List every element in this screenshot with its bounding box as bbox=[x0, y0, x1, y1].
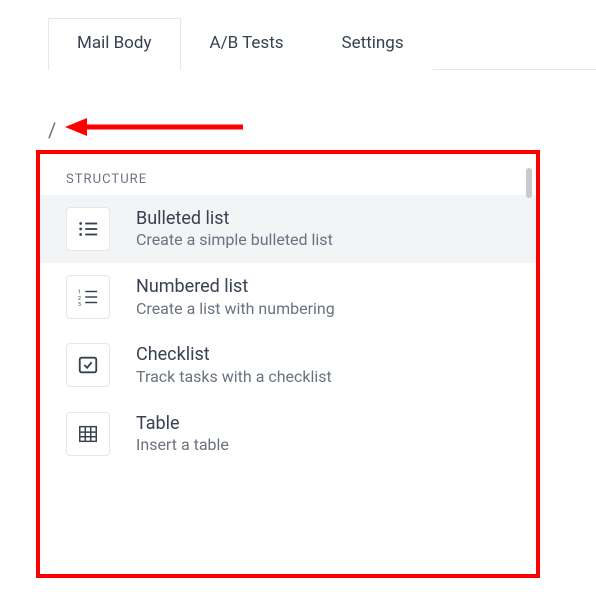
menu-item-numbered-list[interactable]: 1 2 3 Numbered list Create a list with n… bbox=[40, 263, 536, 331]
menu-item-desc: Insert a table bbox=[136, 435, 229, 456]
tab-bar: Mail Body A/B Tests Settings bbox=[48, 18, 596, 70]
annotation-arrow bbox=[65, 115, 245, 139]
svg-text:3: 3 bbox=[78, 302, 81, 308]
menu-item-title: Checklist bbox=[136, 343, 332, 366]
tab-settings[interactable]: Settings bbox=[313, 18, 433, 70]
menu-item-checklist[interactable]: Checklist Track tasks with a checklist bbox=[40, 331, 536, 399]
menu-item-title: Numbered list bbox=[136, 275, 335, 298]
menu-item-table[interactable]: Table Insert a table bbox=[40, 400, 536, 468]
menu-item-desc: Create a list with numbering bbox=[136, 299, 335, 320]
slash-command-menu: STRUCTURE Bulleted list Create a simple … bbox=[40, 154, 536, 574]
bulleted-list-icon bbox=[66, 207, 110, 251]
menu-item-title: Table bbox=[136, 412, 229, 435]
tab-ab-tests[interactable]: A/B Tests bbox=[181, 18, 313, 70]
menu-section-label: STRUCTURE bbox=[40, 154, 536, 195]
tab-mail-body[interactable]: Mail Body bbox=[48, 18, 181, 70]
slash-command-trigger[interactable]: / bbox=[48, 118, 56, 142]
scrollbar-thumb[interactable] bbox=[526, 168, 532, 198]
menu-item-bulleted-list[interactable]: Bulleted list Create a simple bulleted l… bbox=[40, 195, 536, 263]
table-icon bbox=[66, 412, 110, 456]
svg-text:2: 2 bbox=[78, 296, 81, 302]
menu-item-desc: Create a simple bulleted list bbox=[136, 230, 333, 251]
menu-item-desc: Track tasks with a checklist bbox=[136, 367, 332, 388]
svg-text:1: 1 bbox=[78, 290, 81, 296]
numbered-list-icon: 1 2 3 bbox=[66, 275, 110, 319]
checklist-icon bbox=[66, 343, 110, 387]
menu-item-title: Bulleted list bbox=[136, 207, 333, 230]
